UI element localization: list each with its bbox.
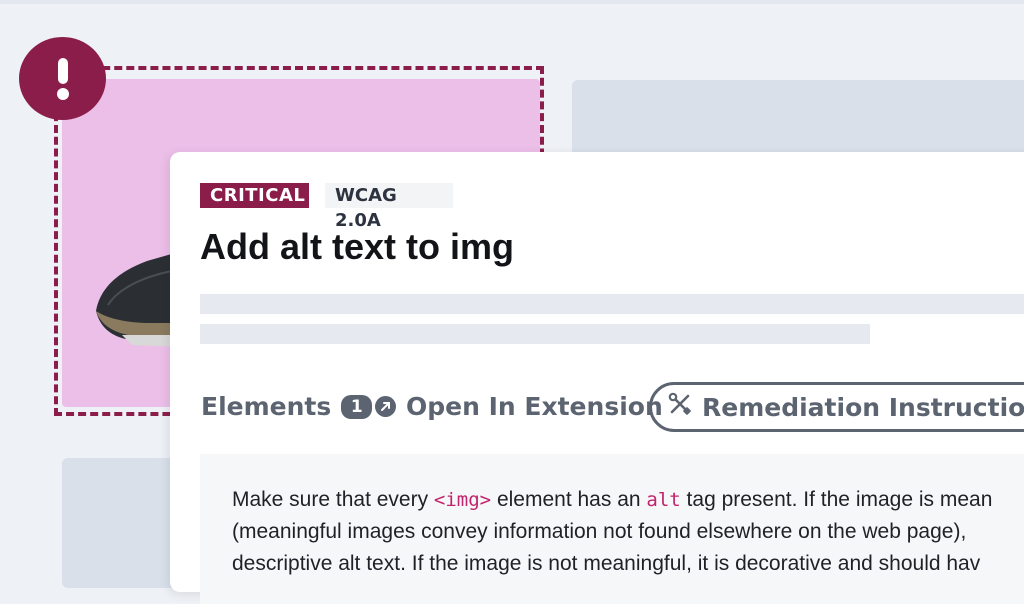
issue-tabs: Elements 1 Open In Extension Remediation… <box>170 380 1024 434</box>
code-img: <img> <box>433 489 492 511</box>
arrow-up-right-icon <box>375 396 396 417</box>
text-run: descriptive alt text. If the image is no… <box>232 552 981 575</box>
open-in-extension-link[interactable]: Open In Extension <box>375 392 663 421</box>
remediation-content: Make sure that every <img> element has a… <box>200 454 1024 604</box>
open-in-extension-label: Open In Extension <box>406 392 663 421</box>
text-run: (meaningful images convey information no… <box>232 520 967 543</box>
severity-badge: CRITICAL <box>200 183 309 208</box>
code-alt: alt <box>646 489 681 511</box>
tools-icon <box>668 392 692 422</box>
issue-title: Add alt text to img <box>200 226 514 267</box>
description-placeholder-line <box>200 324 870 344</box>
issue-detail-panel: CRITICAL WCAG 2.0A Add alt text to img E… <box>170 152 1024 604</box>
text-run: tag present. If the image is mean <box>680 488 993 511</box>
tab-remediation-label: Remediation Instructions <box>702 392 1024 422</box>
elements-count-badge: 1 <box>341 394 373 419</box>
description-placeholder-line <box>200 294 1024 314</box>
remediation-text: Make sure that every <img> element has a… <box>232 484 1024 580</box>
tab-remediation-instructions[interactable]: Remediation Instructions <box>649 382 1024 432</box>
top-divider <box>0 0 1024 4</box>
wcag-level-badge: WCAG 2.0A <box>325 183 453 231</box>
exclamation-icon <box>19 37 106 120</box>
tab-elements[interactable]: Elements 1 <box>201 392 373 421</box>
tab-elements-label: Elements <box>201 392 332 421</box>
text-run: Make sure that every <box>232 488 434 511</box>
background-card <box>572 80 1024 160</box>
text-run: element has an <box>491 488 647 511</box>
